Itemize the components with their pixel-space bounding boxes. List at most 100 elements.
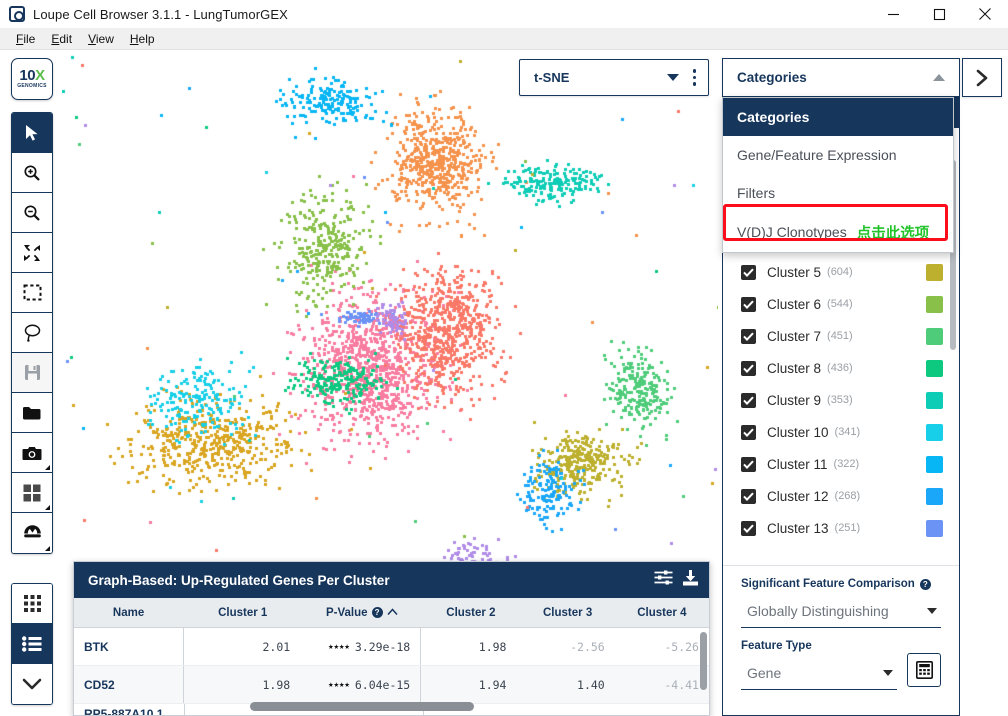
cluster-color-swatch[interactable] (926, 423, 943, 441)
dropdown-item-gene-feature-expression[interactable]: Gene/Feature Expression (723, 136, 953, 174)
cluster-row[interactable]: Cluster 9 (353) (723, 384, 959, 416)
cluster-row[interactable]: Cluster 8 (436) (723, 352, 959, 384)
screenshot-options-corner[interactable] (45, 465, 50, 470)
cluster-label: Cluster 10 (767, 424, 829, 440)
refresh-tool[interactable] (12, 513, 52, 553)
cluster-checkbox[interactable] (741, 488, 756, 504)
column-header-cluster-2[interactable]: Cluster 2 (421, 598, 520, 627)
comparison-label-text: Significant Feature Comparison (741, 578, 915, 590)
dropdown-item-filters[interactable]: Filters (723, 174, 953, 212)
menu-help[interactable]: Help (122, 30, 163, 48)
chevron-up-icon[interactable] (386, 607, 398, 619)
sliders-icon[interactable] (654, 570, 673, 590)
table-row[interactable]: BTK 2.01 ★★★★ 3.29e-18 1.98 -2.56 -5.26 (74, 628, 709, 666)
menu-edit[interactable]: Edit (43, 30, 80, 48)
cluster-count: (604) (827, 266, 853, 278)
screenshot-tool[interactable] (12, 433, 52, 473)
pvalue-help-icon[interactable]: ? (371, 607, 383, 618)
projection-kebab-menu-icon[interactable] (692, 69, 696, 86)
column-header-pvalue[interactable]: P-Value ? (302, 598, 421, 627)
zoom-out-tool[interactable] (12, 193, 52, 233)
menu-bar: File Edit View Help (0, 28, 1008, 50)
table-horizontal-scrollbar[interactable] (250, 702, 474, 711)
feature-type-select[interactable]: Gene (741, 656, 897, 690)
chevron-down-icon[interactable] (883, 669, 893, 676)
cluster-row[interactable]: Cluster 5 (604) (723, 256, 959, 288)
cluster-row[interactable]: Cluster 10 (341) (723, 416, 959, 448)
cluster-label: Cluster 8 (767, 360, 822, 376)
refresh-options-corner[interactable] (45, 546, 50, 551)
dropdown-item-v-d-j-clonotypes[interactable]: V(D)J Clonotypes 点击此选项 (723, 212, 953, 252)
rect-select-tool[interactable] (12, 273, 52, 313)
column-header-cluster-1[interactable]: Cluster 1 (183, 598, 302, 627)
cluster-checkbox[interactable] (741, 456, 756, 472)
table-row[interactable]: CD52 1.98 ★★★★ 6.04e-15 1.94 1.40 -4.41 (74, 666, 709, 704)
open-tool[interactable] (12, 393, 52, 433)
significance-stars: ★★★★ (328, 641, 350, 652)
menu-view[interactable]: View (80, 30, 122, 48)
category-type-selector[interactable]: Categories (722, 58, 960, 97)
cluster-color-swatch[interactable] (926, 359, 943, 377)
dropdown-item-categories[interactable]: Categories (723, 98, 953, 136)
feature-type-label: Feature Type (741, 640, 941, 652)
collapse-panel-button[interactable] (12, 664, 52, 704)
cell-gene-name: CD52 (84, 677, 115, 692)
pvalue-text: 3.29e-18 (354, 639, 411, 654)
expand-panel-button[interactable] (962, 58, 1002, 97)
cluster-row[interactable]: Cluster 12 (268) (723, 480, 959, 512)
zoom-in-tool[interactable] (12, 153, 52, 193)
chevron-down-icon[interactable] (666, 74, 679, 81)
pointer-tool[interactable] (12, 113, 52, 153)
cluster-color-swatch[interactable] (926, 391, 943, 409)
cluster-row[interactable]: Cluster 6 (544) (723, 288, 959, 320)
chevron-up-icon[interactable] (933, 74, 945, 81)
cluster-label: Cluster 6 (767, 296, 822, 312)
comparison-help-icon[interactable]: ? (919, 578, 931, 590)
pan-tool[interactable] (12, 233, 52, 273)
cluster-row[interactable]: Cluster 13 (251) (723, 512, 959, 544)
layout-tool[interactable] (12, 473, 52, 513)
menu-file[interactable]: File (8, 30, 43, 48)
table-vertical-scrollbar[interactable] (700, 632, 707, 690)
projection-selector[interactable]: t-SNE (519, 59, 709, 96)
list-view-button[interactable] (12, 624, 52, 664)
cluster-checkbox[interactable] (741, 328, 756, 344)
diffexp-table-actions (654, 569, 699, 591)
significant-feature-comparison-select[interactable]: Globally Distinguishing (741, 594, 941, 628)
cluster-color-swatch[interactable] (926, 263, 943, 281)
maximize-icon[interactable] (916, 0, 962, 28)
column-header-cluster-4[interactable]: Cluster 4 (615, 598, 709, 627)
cluster-checkbox[interactable] (741, 264, 756, 280)
layout-options-corner[interactable] (45, 505, 50, 510)
cluster-checkbox[interactable] (741, 360, 756, 376)
download-icon[interactable] (682, 569, 699, 591)
cluster-count: (251) (834, 522, 861, 534)
chevron-down-icon[interactable] (927, 607, 937, 614)
cluster-row[interactable]: Cluster 11 (322) (723, 448, 959, 480)
cluster-checkbox[interactable] (741, 296, 756, 312)
cluster-checkbox[interactable] (741, 520, 756, 536)
cluster-label: Cluster 12 (767, 488, 829, 504)
heatmap-view-button[interactable] (12, 584, 52, 624)
dropdown-item-label: V(D)J Clonotypes (737, 224, 847, 240)
cluster-color-swatch[interactable] (926, 519, 943, 537)
cluster-checkbox[interactable] (741, 392, 756, 408)
column-header-cluster-3[interactable]: Cluster 3 (520, 598, 614, 627)
logo-number: 10 (19, 67, 36, 84)
cluster-checkbox[interactable] (741, 424, 756, 440)
category-type-dropdown[interactable]: Categories Gene/Feature Expression Filters… (722, 97, 954, 253)
dropdown-item-label: Categories (737, 109, 810, 125)
lasso-select-tool[interactable] (12, 313, 52, 353)
cluster-color-swatch[interactable] (926, 487, 943, 505)
feature-type-label-text: Feature Type (741, 640, 812, 652)
cluster-color-swatch[interactable] (926, 327, 943, 345)
minimize-icon[interactable] (870, 0, 916, 28)
cluster-color-swatch[interactable] (926, 455, 943, 473)
close-icon[interactable] (962, 0, 1008, 28)
cluster-row[interactable]: Cluster 7 (451) (723, 320, 959, 352)
save-selection-tool[interactable] (12, 353, 52, 393)
column-header-name[interactable]: Name (74, 598, 183, 627)
calculator-icon[interactable] (907, 653, 941, 687)
cluster-color-swatch[interactable] (926, 295, 943, 313)
feature-type-row: Gene (741, 652, 941, 690)
